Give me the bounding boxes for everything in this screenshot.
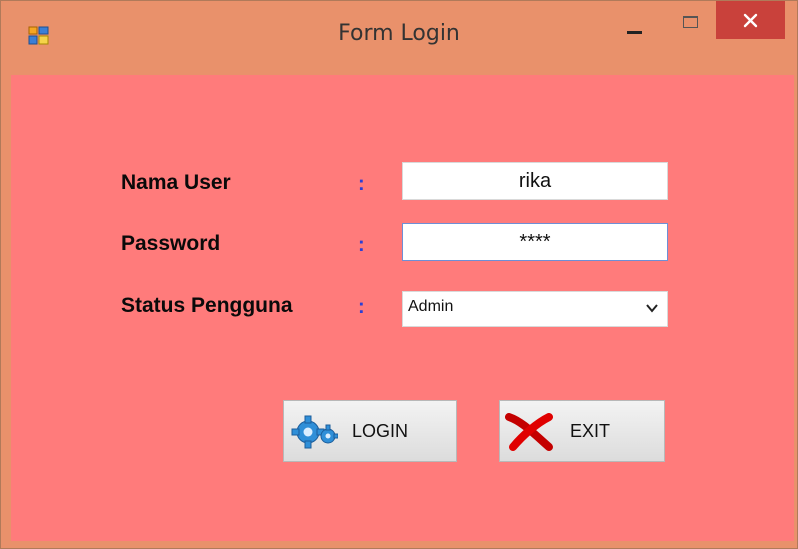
- red-x-icon: [505, 413, 553, 451]
- minimize-icon: [627, 31, 642, 34]
- login-button-label: LOGIN: [352, 421, 409, 441]
- password-input[interactable]: ****: [402, 223, 668, 261]
- nama-user-label: Nama User: [121, 171, 231, 194]
- status-pengguna-select[interactable]: Admin: [402, 291, 668, 327]
- close-button[interactable]: [716, 1, 785, 39]
- status-pengguna-value: Admin: [408, 298, 454, 315]
- login-button[interactable]: LOGIN: [283, 400, 457, 462]
- nama-user-colon: :: [358, 173, 365, 195]
- maximize-button[interactable]: [677, 1, 707, 45]
- status-pengguna-label: Status Pengguna: [121, 294, 293, 317]
- exit-button-label: EXIT: [570, 421, 611, 441]
- password-label: Password: [121, 232, 221, 255]
- login-window: Form Login Nama User : rika Password : *…: [0, 0, 798, 549]
- gear-icon: [291, 415, 338, 449]
- status-pengguna-colon: :: [358, 296, 365, 318]
- form-body: Nama User : rika Password : **** Status …: [11, 75, 794, 541]
- maximize-icon: [683, 16, 698, 28]
- exit-button[interactable]: EXIT: [499, 400, 665, 462]
- minimize-button[interactable]: [621, 1, 651, 45]
- chevron-down-icon: [646, 304, 658, 313]
- nama-user-input[interactable]: rika: [402, 162, 668, 200]
- close-icon: [743, 13, 758, 28]
- title-bar[interactable]: Form Login: [1, 1, 797, 75]
- password-colon: :: [358, 234, 365, 256]
